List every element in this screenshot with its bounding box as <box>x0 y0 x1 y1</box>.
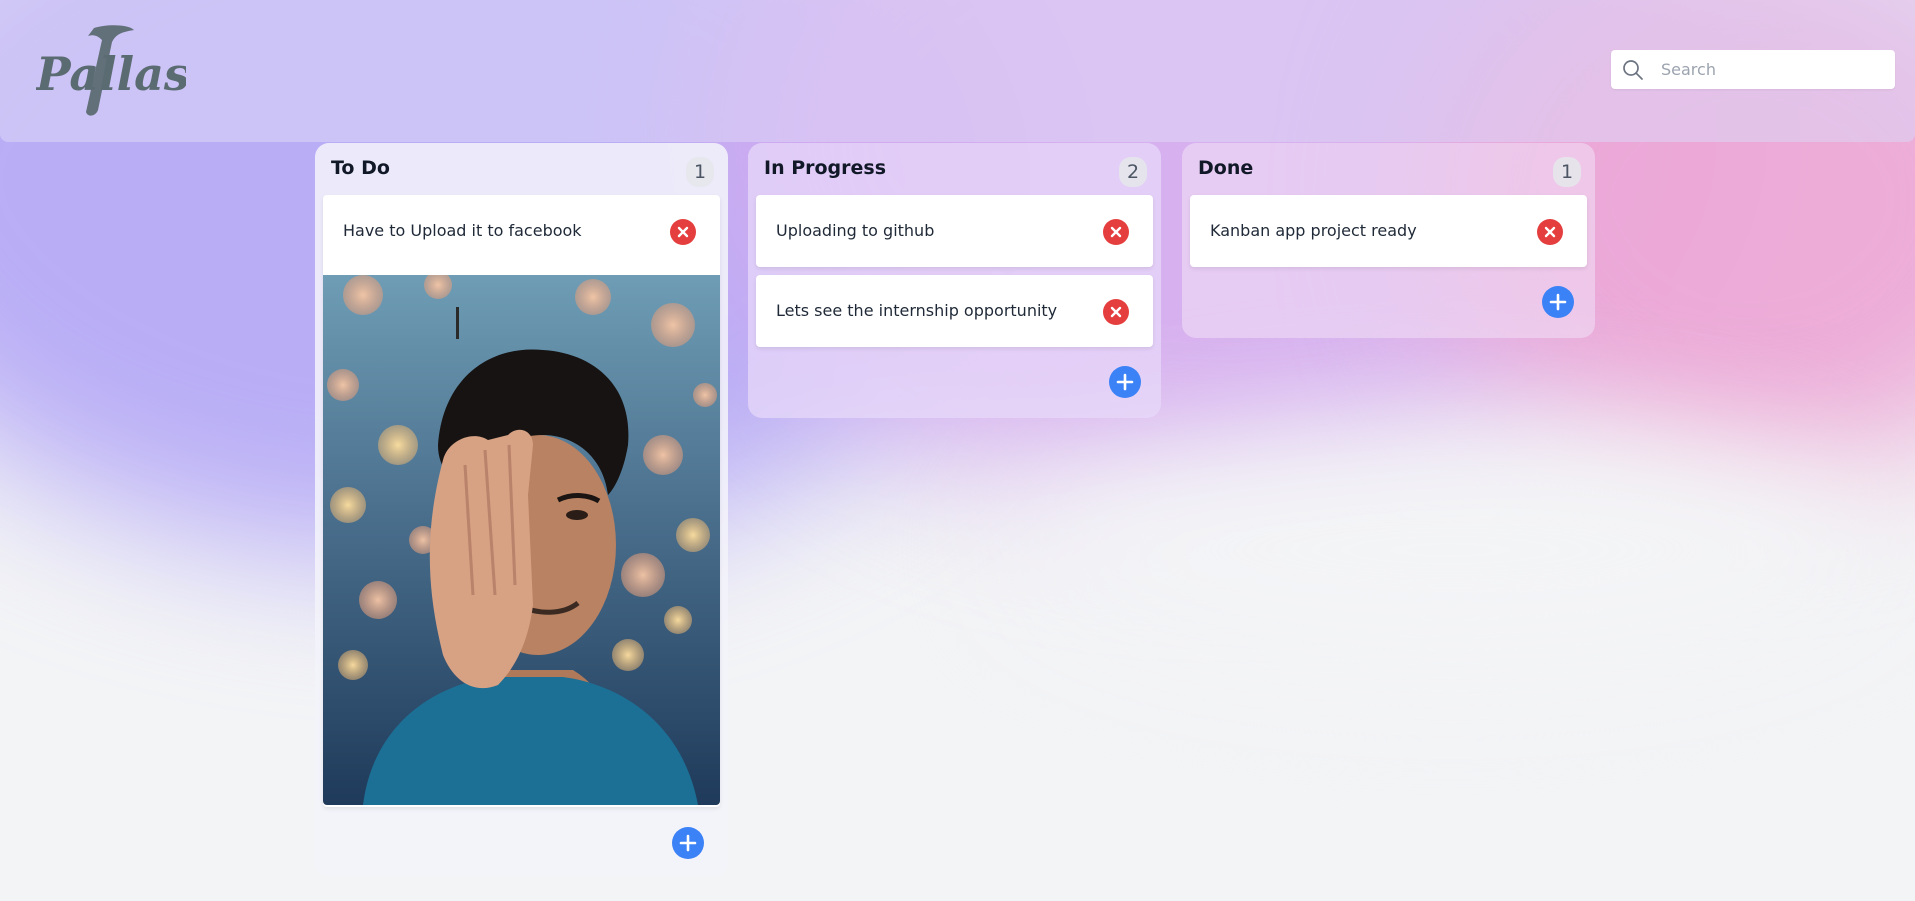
close-icon <box>1544 226 1556 238</box>
task-text: Have to Upload it to facebook <box>343 221 582 240</box>
column-count-badge: 1 <box>686 157 714 187</box>
column-count-badge: 2 <box>1119 157 1147 187</box>
search-input[interactable] <box>1659 59 1883 80</box>
search-icon <box>1623 59 1643 80</box>
close-icon <box>1110 306 1122 318</box>
column-count-badge: 1 <box>1553 157 1581 187</box>
task-text: Lets see the internship opportunity <box>776 301 1058 320</box>
column-in-progress: In Progress 2 Uploading to github Lets s… <box>748 143 1161 418</box>
plus-icon <box>679 834 697 852</box>
add-task-button[interactable] <box>1109 366 1141 398</box>
task-attachment-image <box>323 275 720 805</box>
top-header: Pallash <box>0 0 1915 142</box>
task-card[interactable]: Have to Upload it to facebook <box>323 195 720 807</box>
task-text: Kanban app project ready <box>1210 221 1417 240</box>
column-done: Done 1 Kanban app project ready <box>1182 143 1595 338</box>
task-card[interactable]: Lets see the internship opportunity <box>756 275 1153 347</box>
delete-task-button[interactable] <box>1103 299 1129 325</box>
column-title: Done <box>1198 157 1254 179</box>
task-text: Uploading to github <box>776 221 935 240</box>
search-box[interactable] <box>1611 50 1895 89</box>
task-card[interactable]: Uploading to github <box>756 195 1153 267</box>
plus-icon <box>1116 373 1134 391</box>
plus-icon <box>1549 293 1567 311</box>
delete-task-button[interactable] <box>1103 219 1129 245</box>
add-task-button[interactable] <box>672 827 704 859</box>
add-task-button[interactable] <box>1542 286 1574 318</box>
column-title: In Progress <box>764 157 887 179</box>
delete-task-button[interactable] <box>670 219 696 245</box>
task-card[interactable]: Kanban app project ready <box>1190 195 1587 267</box>
close-icon <box>677 226 689 238</box>
column-todo: To Do 1 Have to Upload it to facebook <box>315 143 728 876</box>
delete-task-button[interactable] <box>1537 219 1563 245</box>
logo-text: Pallash <box>36 47 186 101</box>
brand-logo[interactable]: Pallash <box>36 22 186 122</box>
column-title: To Do <box>331 157 390 179</box>
close-icon <box>1110 226 1122 238</box>
